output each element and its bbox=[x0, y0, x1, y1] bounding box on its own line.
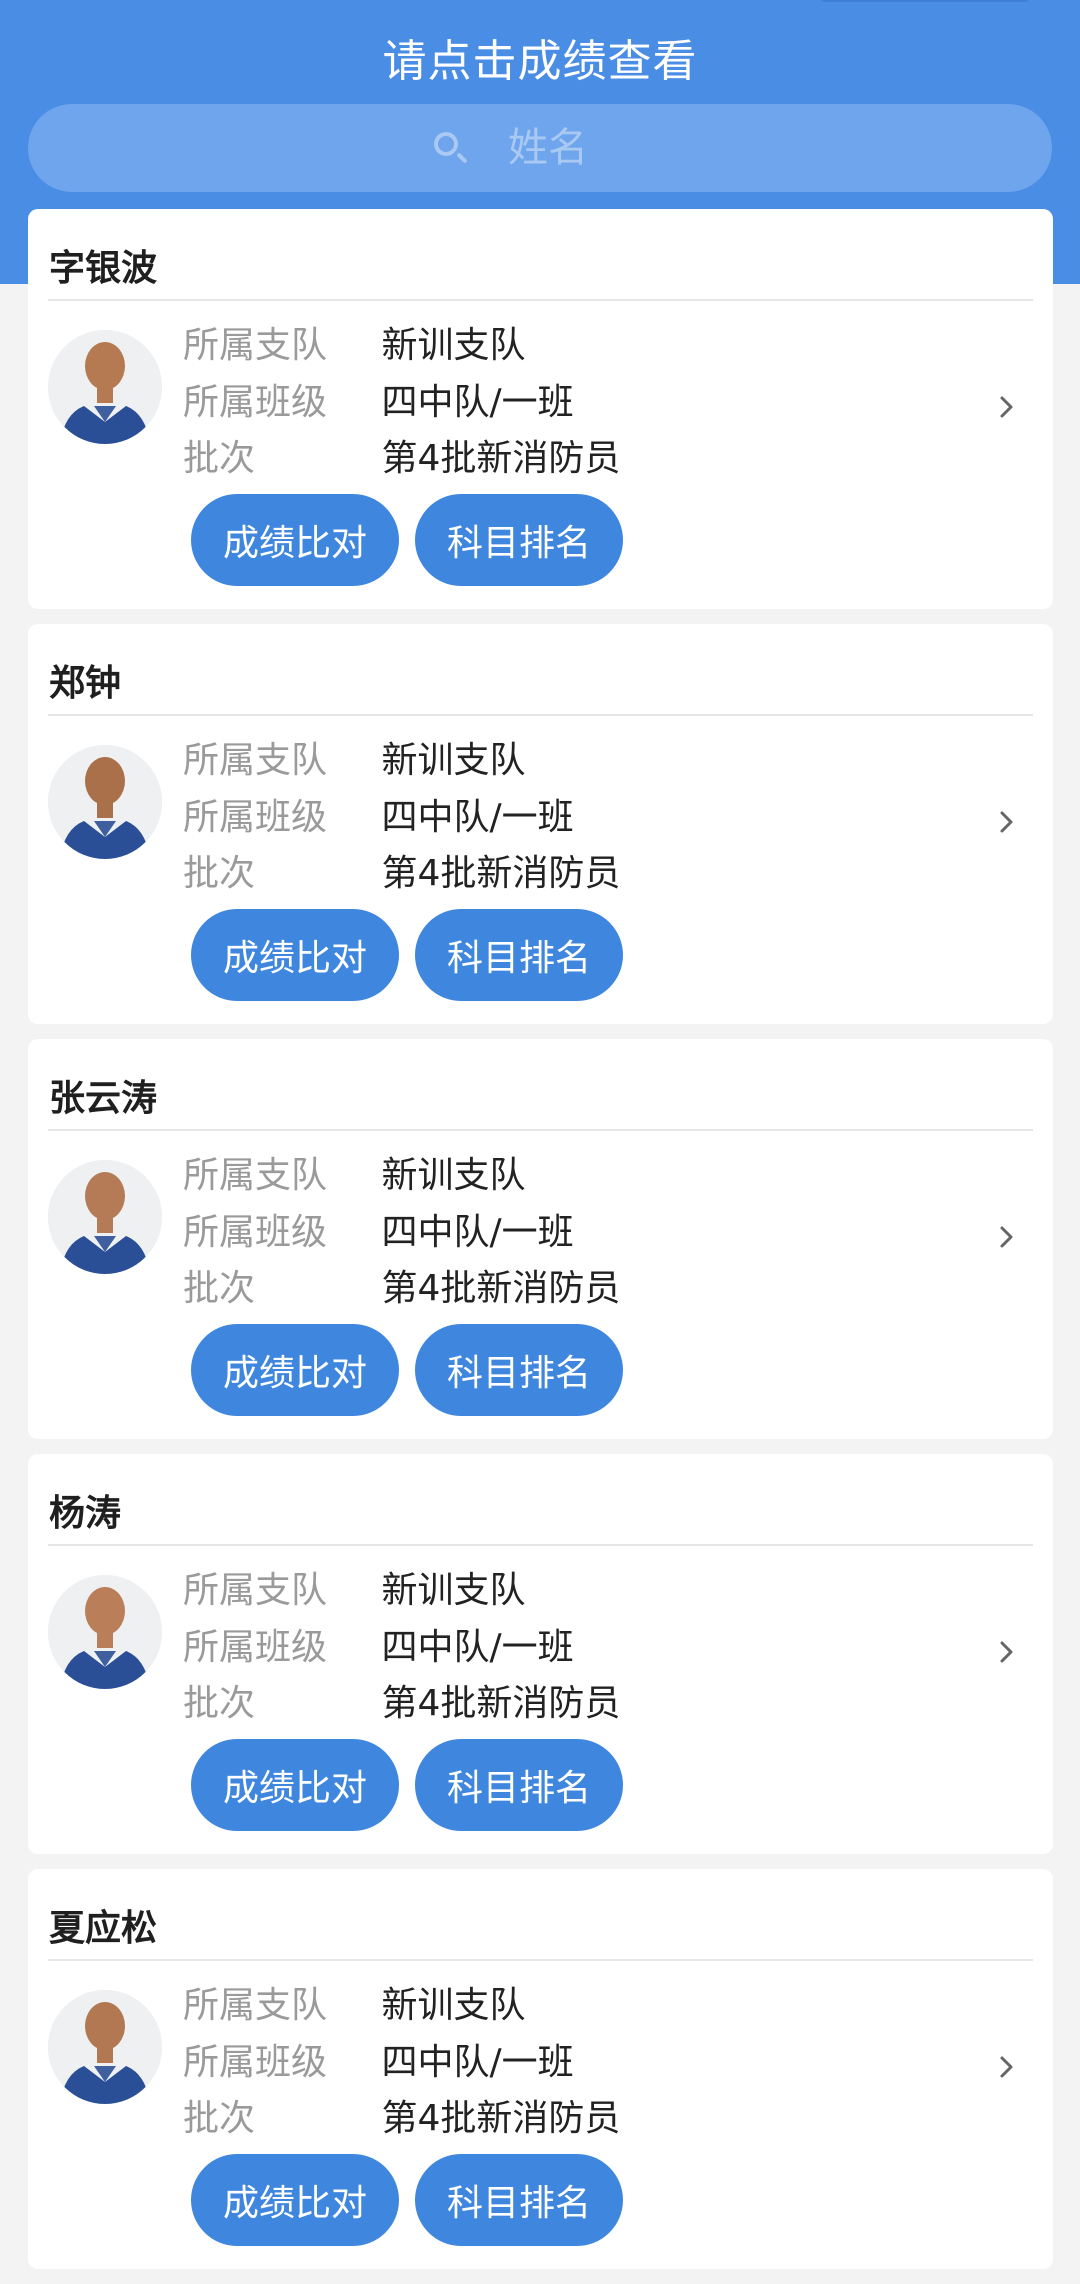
branch-value: 新训支队 bbox=[381, 1570, 526, 1611]
batch-value: 第4批新消防员 bbox=[381, 853, 621, 894]
card-divider bbox=[48, 714, 1033, 716]
chevron-right-icon-svg bbox=[1000, 2056, 1013, 2078]
class-value: 四中队/一班 bbox=[381, 2042, 574, 2083]
detail-row-class: 所属班级 四中队/一班 bbox=[183, 790, 574, 846]
chevron-right-icon-svg bbox=[1000, 1641, 1013, 1663]
chevron-right-icon-svg bbox=[1000, 1226, 1013, 1248]
compare-scores-button[interactable]: 成绩比对 bbox=[191, 2154, 399, 2246]
detail-row-class: 所属班级 四中队/一班 bbox=[183, 1205, 574, 1261]
compare-scores-button[interactable]: 成绩比对 bbox=[191, 909, 399, 1001]
batch-label: 批次 bbox=[183, 853, 256, 894]
avatar bbox=[48, 1575, 162, 1689]
detail-row-branch: 所属支队 新训支队 bbox=[183, 318, 525, 374]
compare-scores-button[interactable]: 成绩比对 bbox=[191, 494, 399, 586]
compare-scores-button[interactable]: 成绩比对 bbox=[191, 1739, 399, 1831]
class-value: 四中队/一班 bbox=[381, 797, 574, 838]
detail-row-batch: 批次 第4批新消防员 bbox=[183, 846, 620, 902]
batch-label: 批次 bbox=[183, 2098, 256, 2139]
status-pill bbox=[820, 0, 1030, 2]
branch-value: 新训支队 bbox=[381, 1155, 526, 1196]
branch-value: 新训支队 bbox=[381, 1985, 526, 2026]
avatar-portrait bbox=[48, 1575, 162, 1689]
batch-label: 批次 bbox=[183, 1268, 256, 1309]
detail-row-batch: 批次 第4批新消防员 bbox=[183, 1676, 620, 1732]
avatar bbox=[48, 745, 162, 859]
card-divider bbox=[48, 1959, 1033, 1961]
detail-row-branch: 所属支队 新训支队 bbox=[183, 733, 525, 789]
student-card[interactable]: 张云涛 所属支队 新训支队 所属班级 四中队/一班 批次 第4批新消防员 成绩比… bbox=[28, 1039, 1053, 1439]
search-bar-inner bbox=[28, 104, 1052, 192]
class-label: 所属班级 bbox=[183, 797, 328, 838]
class-label: 所属班级 bbox=[183, 1627, 328, 1668]
detail-row-batch: 批次 第4批新消防员 bbox=[183, 431, 620, 487]
avatar-portrait bbox=[48, 330, 162, 444]
chevron-right-icon-svg bbox=[1000, 396, 1013, 418]
branch-value: 新训支队 bbox=[381, 740, 526, 781]
class-value: 四中队/一班 bbox=[381, 1627, 574, 1668]
chevron-right-icon[interactable] bbox=[998, 1636, 1016, 1670]
subject-rank-button[interactable]: 科目排名 bbox=[415, 909, 623, 1001]
detail-row-batch: 批次 第4批新消防员 bbox=[183, 2091, 620, 2147]
chevron-right-icon[interactable] bbox=[998, 391, 1016, 425]
detail-row-class: 所属班级 四中队/一班 bbox=[183, 2035, 574, 2091]
chevron-right-icon[interactable] bbox=[998, 1221, 1016, 1255]
avatar bbox=[48, 1990, 162, 2104]
student-name: 张云涛 bbox=[49, 1078, 158, 1119]
detail-row-class: 所属班级 四中队/一班 bbox=[183, 375, 574, 431]
student-list: 字银波 所属支队 新训支队 所属班级 四中队/一班 批次 第4批新消防员 成绩比… bbox=[28, 209, 1053, 2284]
card-divider bbox=[48, 1544, 1033, 1546]
student-name: 字银波 bbox=[49, 248, 158, 289]
class-value: 四中队/一班 bbox=[381, 1212, 574, 1253]
batch-value: 第4批新消防员 bbox=[381, 1683, 621, 1724]
compare-scores-button[interactable]: 成绩比对 bbox=[191, 1324, 399, 1416]
avatar-portrait bbox=[48, 745, 162, 859]
batch-label: 批次 bbox=[183, 1683, 256, 1724]
detail-row-batch: 批次 第4批新消防员 bbox=[183, 1261, 620, 1317]
student-card[interactable]: 夏应松 所属支队 新训支队 所属班级 四中队/一班 批次 第4批新消防员 成绩比… bbox=[28, 1869, 1053, 2269]
avatar bbox=[48, 1160, 162, 1274]
avatar-portrait bbox=[48, 1990, 162, 2104]
chevron-right-icon-svg bbox=[1000, 811, 1013, 833]
avatar-portrait bbox=[48, 1160, 162, 1274]
batch-value: 第4批新消防员 bbox=[381, 2098, 621, 2139]
subject-rank-button[interactable]: 科目排名 bbox=[415, 1324, 623, 1416]
class-value: 四中队/一班 bbox=[381, 382, 574, 423]
card-divider bbox=[48, 299, 1033, 301]
detail-row-branch: 所属支队 新训支队 bbox=[183, 1978, 525, 2034]
branch-label: 所属支队 bbox=[183, 740, 328, 781]
search-icon-handle bbox=[456, 152, 468, 164]
student-card[interactable]: 字银波 所属支队 新训支队 所属班级 四中队/一班 批次 第4批新消防员 成绩比… bbox=[28, 209, 1053, 609]
avatar bbox=[48, 330, 162, 444]
subject-rank-button[interactable]: 科目排名 bbox=[415, 2154, 623, 2246]
class-label: 所属班级 bbox=[183, 2042, 328, 2083]
student-name: 郑钟 bbox=[49, 663, 122, 704]
search-icon bbox=[430, 128, 470, 168]
branch-label: 所属支队 bbox=[183, 1155, 328, 1196]
card-divider bbox=[48, 1129, 1033, 1131]
search-input[interactable] bbox=[506, 124, 650, 172]
student-name: 杨涛 bbox=[49, 1493, 122, 1534]
batch-value: 第4批新消防员 bbox=[381, 438, 621, 479]
branch-label: 所属支队 bbox=[183, 325, 328, 366]
branch-value: 新训支队 bbox=[381, 325, 526, 366]
subject-rank-button[interactable]: 科目排名 bbox=[415, 494, 623, 586]
student-card[interactable]: 杨涛 所属支队 新训支队 所属班级 四中队/一班 批次 第4批新消防员 成绩比对… bbox=[28, 1454, 1053, 1854]
search-icon-circle bbox=[434, 132, 458, 156]
chevron-right-icon[interactable] bbox=[998, 2051, 1016, 2085]
class-label: 所属班级 bbox=[183, 1212, 328, 1253]
search-bar[interactable] bbox=[28, 104, 1052, 192]
detail-row-branch: 所属支队 新训支队 bbox=[183, 1148, 525, 1204]
branch-label: 所属支队 bbox=[183, 1570, 328, 1611]
student-card[interactable]: 郑钟 所属支队 新训支队 所属班级 四中队/一班 批次 第4批新消防员 成绩比对… bbox=[28, 624, 1053, 1024]
batch-label: 批次 bbox=[183, 438, 256, 479]
chevron-right-icon[interactable] bbox=[998, 806, 1016, 840]
batch-value: 第4批新消防员 bbox=[381, 1268, 621, 1309]
class-label: 所属班级 bbox=[183, 382, 328, 423]
subject-rank-button[interactable]: 科目排名 bbox=[415, 1739, 623, 1831]
detail-row-class: 所属班级 四中队/一班 bbox=[183, 1620, 574, 1676]
detail-row-branch: 所属支队 新训支队 bbox=[183, 1563, 525, 1619]
branch-label: 所属支队 bbox=[183, 1985, 328, 2026]
page-title: 请点击成绩查看 bbox=[382, 36, 698, 87]
student-name: 夏应松 bbox=[49, 1908, 158, 1949]
